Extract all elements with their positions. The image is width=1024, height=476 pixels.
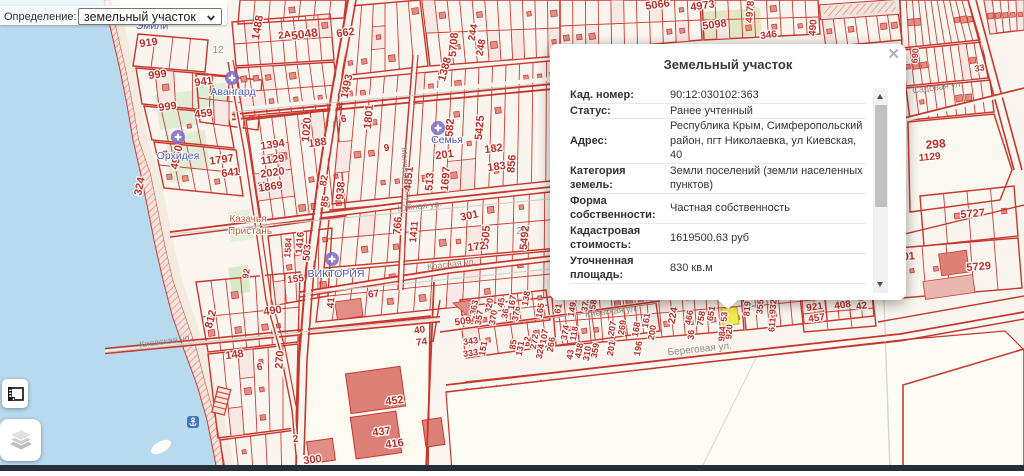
svg-text:45: 45 bbox=[495, 297, 507, 309]
svg-text:343: 343 bbox=[462, 335, 478, 347]
svg-text:40: 40 bbox=[413, 324, 426, 337]
svg-text:932: 932 bbox=[767, 299, 778, 315]
svg-text:984: 984 bbox=[716, 326, 727, 342]
svg-text:513: 513 bbox=[423, 172, 437, 191]
svg-text:919: 919 bbox=[139, 36, 159, 50]
svg-text:503: 503 bbox=[301, 244, 313, 262]
svg-text:416: 416 bbox=[385, 437, 405, 451]
svg-text:Авангард: Авангард bbox=[210, 86, 255, 98]
svg-text:4978: 4978 bbox=[744, 0, 757, 23]
svg-text:1020: 1020 bbox=[300, 117, 314, 142]
svg-text:36: 36 bbox=[686, 329, 697, 340]
svg-text:766: 766 bbox=[391, 216, 405, 235]
svg-text:452: 452 bbox=[385, 394, 405, 408]
svg-text:74: 74 bbox=[415, 336, 428, 349]
svg-text:999: 999 bbox=[158, 100, 178, 114]
svg-text:611: 611 bbox=[766, 317, 777, 332]
svg-text:333: 333 bbox=[462, 347, 478, 359]
svg-text:201: 201 bbox=[435, 148, 455, 162]
svg-text:53: 53 bbox=[719, 311, 730, 322]
svg-text:690: 690 bbox=[909, 48, 920, 64]
svg-text:61: 61 bbox=[552, 303, 564, 315]
svg-text:641: 641 bbox=[221, 166, 241, 180]
svg-text:298: 298 bbox=[925, 136, 946, 152]
svg-text:938: 938 bbox=[334, 181, 348, 200]
svg-text:183: 183 bbox=[487, 160, 507, 174]
svg-text:856: 856 bbox=[505, 154, 519, 173]
svg-text:ВИКТОРИЯ: ВИКТОРИЯ bbox=[308, 268, 365, 280]
svg-text:12: 12 bbox=[212, 45, 224, 56]
svg-text:41: 41 bbox=[326, 296, 338, 308]
svg-text:5425: 5425 bbox=[473, 115, 487, 140]
svg-text:5727: 5727 bbox=[960, 207, 985, 221]
svg-text:Семья: Семья bbox=[431, 134, 463, 146]
svg-text:5729: 5729 bbox=[966, 260, 991, 274]
svg-text:1801: 1801 bbox=[362, 104, 376, 129]
svg-text:1129: 1129 bbox=[918, 151, 941, 164]
svg-text:172: 172 bbox=[467, 240, 487, 254]
svg-text:85: 85 bbox=[507, 339, 519, 351]
svg-text:5708: 5708 bbox=[447, 32, 461, 57]
svg-text:Казачья: Казачья bbox=[229, 214, 266, 225]
svg-text:459: 459 bbox=[194, 107, 214, 121]
svg-text:1584: 1584 bbox=[282, 237, 294, 258]
svg-text:36: 36 bbox=[499, 308, 511, 320]
svg-text:25: 25 bbox=[516, 226, 528, 237]
svg-text:490: 490 bbox=[807, 19, 819, 37]
svg-text:Пристань: Пристань bbox=[228, 226, 272, 237]
svg-text:1411: 1411 bbox=[408, 220, 421, 243]
svg-text:1697: 1697 bbox=[439, 166, 453, 191]
svg-text:819: 819 bbox=[741, 301, 752, 317]
svg-text:662: 662 bbox=[336, 26, 356, 40]
svg-text:42: 42 bbox=[855, 300, 868, 313]
svg-text:148: 148 bbox=[225, 348, 245, 362]
svg-text:92: 92 bbox=[240, 268, 252, 280]
svg-text:33: 33 bbox=[974, 62, 985, 73]
svg-text:437: 437 bbox=[372, 425, 392, 439]
svg-text:999: 999 bbox=[148, 68, 168, 82]
svg-text:490: 490 bbox=[263, 304, 283, 318]
svg-text:67: 67 bbox=[367, 288, 380, 301]
svg-text:182: 182 bbox=[484, 142, 504, 156]
svg-text:355: 355 bbox=[754, 299, 765, 315]
svg-text:270: 270 bbox=[273, 350, 287, 369]
svg-text:Орхидея: Орхидея bbox=[157, 150, 200, 162]
